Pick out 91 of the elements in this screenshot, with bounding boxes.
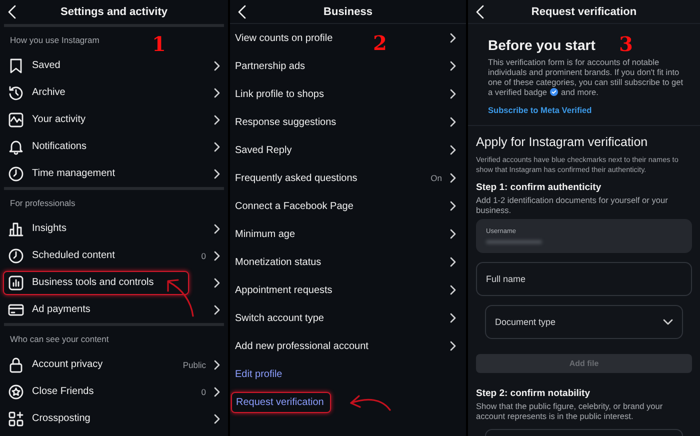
item-value: 0 — [201, 250, 206, 260]
chevron-icon — [214, 360, 220, 370]
step-text: Show that the public figure, celebrity, or brand your account represents is in the public interest. — [476, 401, 664, 421]
chevron-icon — [450, 117, 456, 127]
menu-item[interactable]: Close Friends — [32, 386, 94, 397]
chevron-icon — [450, 61, 456, 71]
menu-item[interactable]: Insights — [32, 223, 66, 234]
step-title: Step 2: confirm notability — [476, 388, 592, 399]
caret-icon — [663, 319, 673, 325]
menu-item[interactable]: Connect a Facebook Page — [235, 200, 354, 212]
menu-item[interactable]: Frequently asked questions — [235, 172, 358, 184]
chevron-icon — [214, 414, 220, 424]
chevron-icon — [450, 89, 456, 99]
clock-icon — [8, 248, 24, 264]
annotation-arrow — [348, 393, 392, 413]
item-value: On — [430, 173, 442, 183]
lock-icon — [8, 356, 24, 372]
activity-icon — [8, 112, 24, 128]
menu-item[interactable]: Your activity — [32, 114, 86, 125]
chevron-icon — [450, 33, 456, 43]
grid-icon — [8, 410, 24, 426]
item-value: Public — [182, 360, 206, 370]
chevron-icon — [214, 386, 220, 396]
menu-item[interactable]: Crossposting — [32, 413, 90, 424]
chevron-icon — [214, 88, 220, 98]
chevron-icon — [214, 304, 220, 314]
menu-item[interactable]: Archive — [32, 87, 66, 98]
menu-item[interactable]: Time management — [32, 168, 115, 179]
link[interactable]: Subscribe to Meta Verified — [488, 105, 592, 115]
menu-item[interactable]: Account privacy — [32, 359, 103, 370]
intro-text: and more. — [561, 87, 598, 97]
chevron-icon — [450, 201, 456, 211]
back-icon[interactable] — [238, 5, 246, 19]
bar-chart-icon — [8, 220, 24, 236]
chevron-icon — [214, 250, 220, 260]
chevron-icon — [450, 257, 456, 267]
section-heading: How you use Instagram — [10, 34, 100, 44]
menu-item[interactable]: Add new professional account — [235, 340, 368, 352]
chevron-icon — [450, 173, 456, 183]
menu-item[interactable]: Appointment requests — [235, 284, 332, 296]
menu-item[interactable]: Notifications — [32, 141, 86, 152]
screen-title: Business — [324, 6, 372, 18]
menu-item[interactable]: Monetization status — [235, 256, 322, 268]
menu-item[interactable]: Response suggestions — [235, 116, 336, 128]
heading: Before you start — [488, 37, 596, 53]
menu-item[interactable]: Scheduled content — [32, 250, 115, 261]
menu-item[interactable]: Ad payments — [32, 304, 90, 315]
menu-item[interactable]: Saved — [32, 60, 60, 71]
screen-title: Settings and activity — [60, 6, 168, 18]
chevron-icon — [450, 229, 456, 239]
chart-icon — [8, 274, 24, 290]
menu-item[interactable]: Saved Reply — [235, 144, 292, 156]
chevron-icon — [450, 285, 456, 295]
menu-item[interactable]: Partnership ads — [235, 60, 306, 72]
chevron-icon — [450, 313, 456, 323]
section-heading: Who can see your content — [10, 334, 109, 344]
dropdown[interactable]: Document type — [485, 305, 683, 339]
input-field[interactable]: Full name — [476, 262, 692, 296]
section-heading: For professionals — [10, 198, 76, 208]
history-icon — [8, 84, 24, 100]
step-number: 3 — [619, 34, 633, 54]
chevron-icon — [214, 224, 220, 234]
chevron-icon — [214, 60, 220, 70]
step-number: 2 — [373, 33, 387, 53]
chevron-icon — [450, 145, 456, 155]
link[interactable]: Request verification — [231, 392, 331, 412]
intro-text: a verified badge — [488, 87, 548, 97]
step-text: Add 1-2 identification documents for yourself or your business. — [476, 195, 669, 215]
menu-item[interactable]: Switch account type — [235, 312, 324, 324]
back-icon[interactable] — [476, 5, 484, 19]
menu-item[interactable]: Business tools and controls — [32, 277, 154, 288]
step-title: Step 1: confirm authenticity — [476, 182, 602, 193]
back-icon[interactable] — [8, 5, 16, 19]
card-icon — [8, 302, 24, 318]
chevron-icon — [450, 341, 456, 351]
chevron-icon — [214, 168, 220, 178]
menu-item[interactable]: Minimum age — [235, 228, 296, 240]
chevron-icon — [214, 142, 220, 152]
link[interactable]: Edit profile — [235, 368, 282, 380]
menu-item[interactable]: Link profile to shops — [235, 88, 324, 100]
screen-title: Request verification — [531, 6, 637, 18]
chevron-icon — [214, 278, 220, 288]
chevron-icon — [214, 114, 220, 124]
bell-icon — [8, 138, 24, 154]
bookmark-icon — [8, 58, 24, 74]
menu-item[interactable]: View counts on profile — [235, 32, 333, 44]
verified-badge-icon — [550, 88, 558, 96]
heading: Apply for Instagram verification — [476, 135, 649, 149]
step-number: 1 — [152, 34, 166, 54]
clock-icon — [8, 166, 24, 182]
item-value: 0 — [201, 386, 206, 396]
